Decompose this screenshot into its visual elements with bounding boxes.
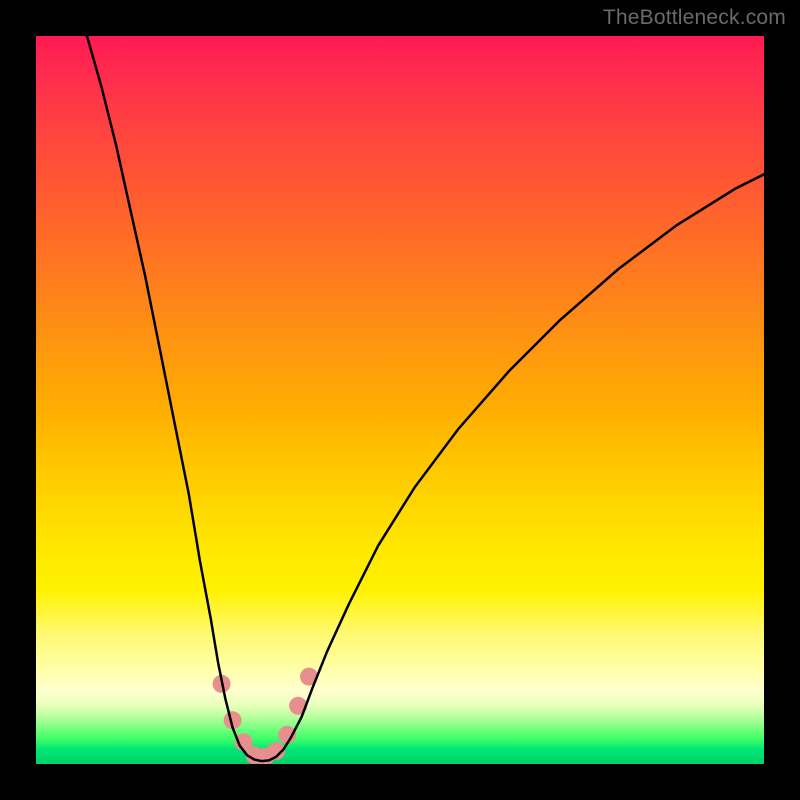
- plot-area: [36, 36, 764, 764]
- chart-frame: TheBottleneck.com: [0, 0, 800, 800]
- curve-layer: [36, 36, 764, 764]
- watermark-text: TheBottleneck.com: [603, 6, 786, 30]
- bottleneck-curve: [87, 36, 764, 761]
